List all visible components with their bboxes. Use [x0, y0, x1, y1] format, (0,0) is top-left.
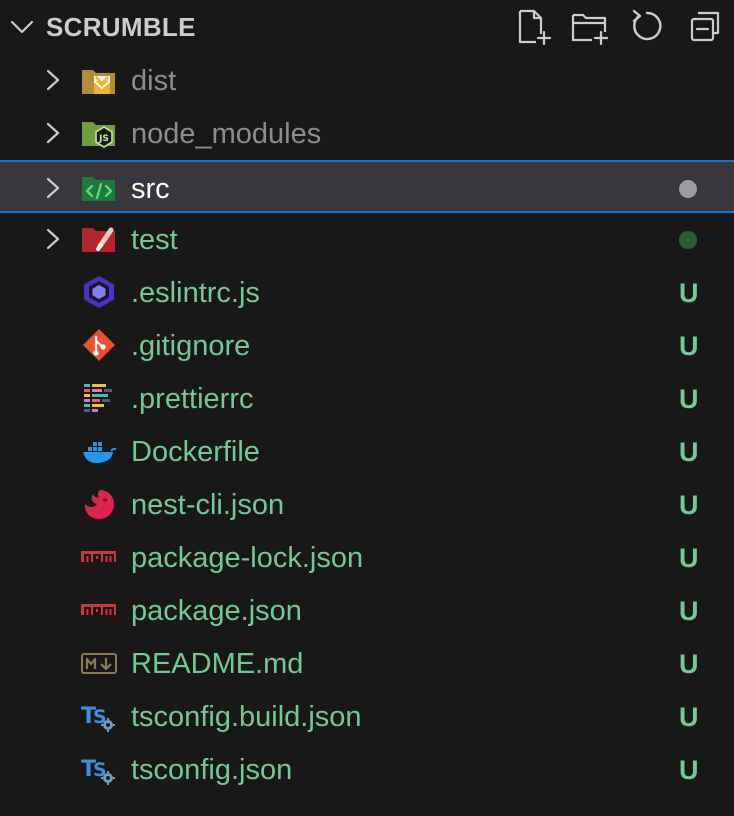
git-status-badge: U: [679, 649, 699, 679]
tsconfig-icon: TS: [80, 699, 118, 733]
markdown-icon: [80, 646, 118, 680]
tree-file-row[interactable]: Dockerfile U: [0, 425, 734, 478]
tree-file-row[interactable]: T S tsconfig.json U: [0, 743, 734, 796]
tree-item-label: package.json: [131, 595, 302, 627]
git-status-badge: U: [679, 490, 699, 520]
git-status-badge: U: [679, 437, 699, 467]
tree-file-row[interactable]: .eslintrc.js U: [0, 266, 734, 319]
tree-folder-row[interactable]: dist: [0, 54, 734, 107]
tree-file-row[interactable]: T S tsconfig.build.json U: [0, 690, 734, 743]
nestjs-icon: [80, 487, 118, 521]
git-status-badge: U: [679, 384, 699, 414]
git-status-badge: U: [679, 596, 699, 626]
chevron-right-icon[interactable]: [42, 176, 64, 200]
chevron-down-icon[interactable]: [8, 15, 36, 39]
git-decoration-dot: [679, 180, 697, 198]
collapse-all-icon[interactable]: [686, 8, 726, 46]
tree-item-label: nest-cli.json: [131, 489, 285, 521]
tree-item-label: tsconfig.json: [131, 754, 293, 786]
npm-icon: [80, 593, 118, 627]
folder-node-icon: JS: [80, 116, 118, 150]
tree-file-row[interactable]: package-lock.json U: [0, 531, 734, 584]
npm-icon: [80, 540, 118, 574]
new-file-icon[interactable]: [514, 8, 554, 46]
tree-item-label: tsconfig.build.json: [131, 701, 362, 733]
tree-folder-row[interactable]: JS node_modules: [0, 107, 734, 160]
tsconfig-icon: TS: [80, 752, 118, 786]
chevron-right-icon[interactable]: [42, 227, 64, 251]
folder-test-icon: [80, 222, 118, 256]
tree-item-label: test: [131, 224, 178, 256]
folder-src-icon: [80, 171, 118, 205]
tree-file-row[interactable]: package.json U: [0, 584, 734, 637]
git-status-badge: U: [679, 543, 699, 573]
git-status-badge: U: [679, 755, 699, 785]
git-icon: [80, 328, 118, 362]
tree-item-label: src: [131, 173, 170, 205]
tree-item-label: README.md: [131, 648, 304, 680]
tree-folder-row[interactable]: test: [0, 213, 734, 266]
tree-item-label: .prettierrc: [131, 383, 254, 415]
git-status-badge: U: [679, 278, 699, 308]
git-decoration-dot: [679, 231, 697, 249]
workspace-folder-title: SCRUMBLE: [46, 12, 196, 42]
docker-icon: [80, 434, 118, 468]
folder-dist-icon: [80, 63, 118, 97]
eslint-icon: [80, 275, 118, 309]
tree-item-label: dist: [131, 65, 177, 97]
new-folder-icon[interactable]: [570, 8, 610, 46]
prettier-icon: [80, 381, 118, 415]
git-status-badge: U: [679, 331, 699, 361]
git-status-badge: U: [679, 702, 699, 732]
chevron-right-icon[interactable]: [42, 68, 64, 92]
refresh-icon[interactable]: [627, 8, 667, 46]
tree-item-label: node_modules: [131, 118, 322, 150]
chevron-right-icon[interactable]: [42, 121, 64, 145]
tree-file-row[interactable]: .gitignore U: [0, 319, 734, 372]
tree-folder-row[interactable]: src: [0, 160, 734, 213]
tree-file-row[interactable]: nest-cli.json U: [0, 478, 734, 531]
tree-item-label: package-lock.json: [131, 542, 364, 574]
tree-item-label: Dockerfile: [131, 436, 260, 468]
explorer-section-header[interactable]: SCRUMBLE: [0, 0, 734, 54]
tree-file-row[interactable]: .prettierrc U: [0, 372, 734, 425]
tree-file-row[interactable]: README.md U: [0, 637, 734, 690]
svg-text:JS: JS: [98, 134, 109, 144]
tree-item-label: .gitignore: [131, 330, 251, 362]
tree-item-label: .eslintrc.js: [131, 277, 260, 309]
